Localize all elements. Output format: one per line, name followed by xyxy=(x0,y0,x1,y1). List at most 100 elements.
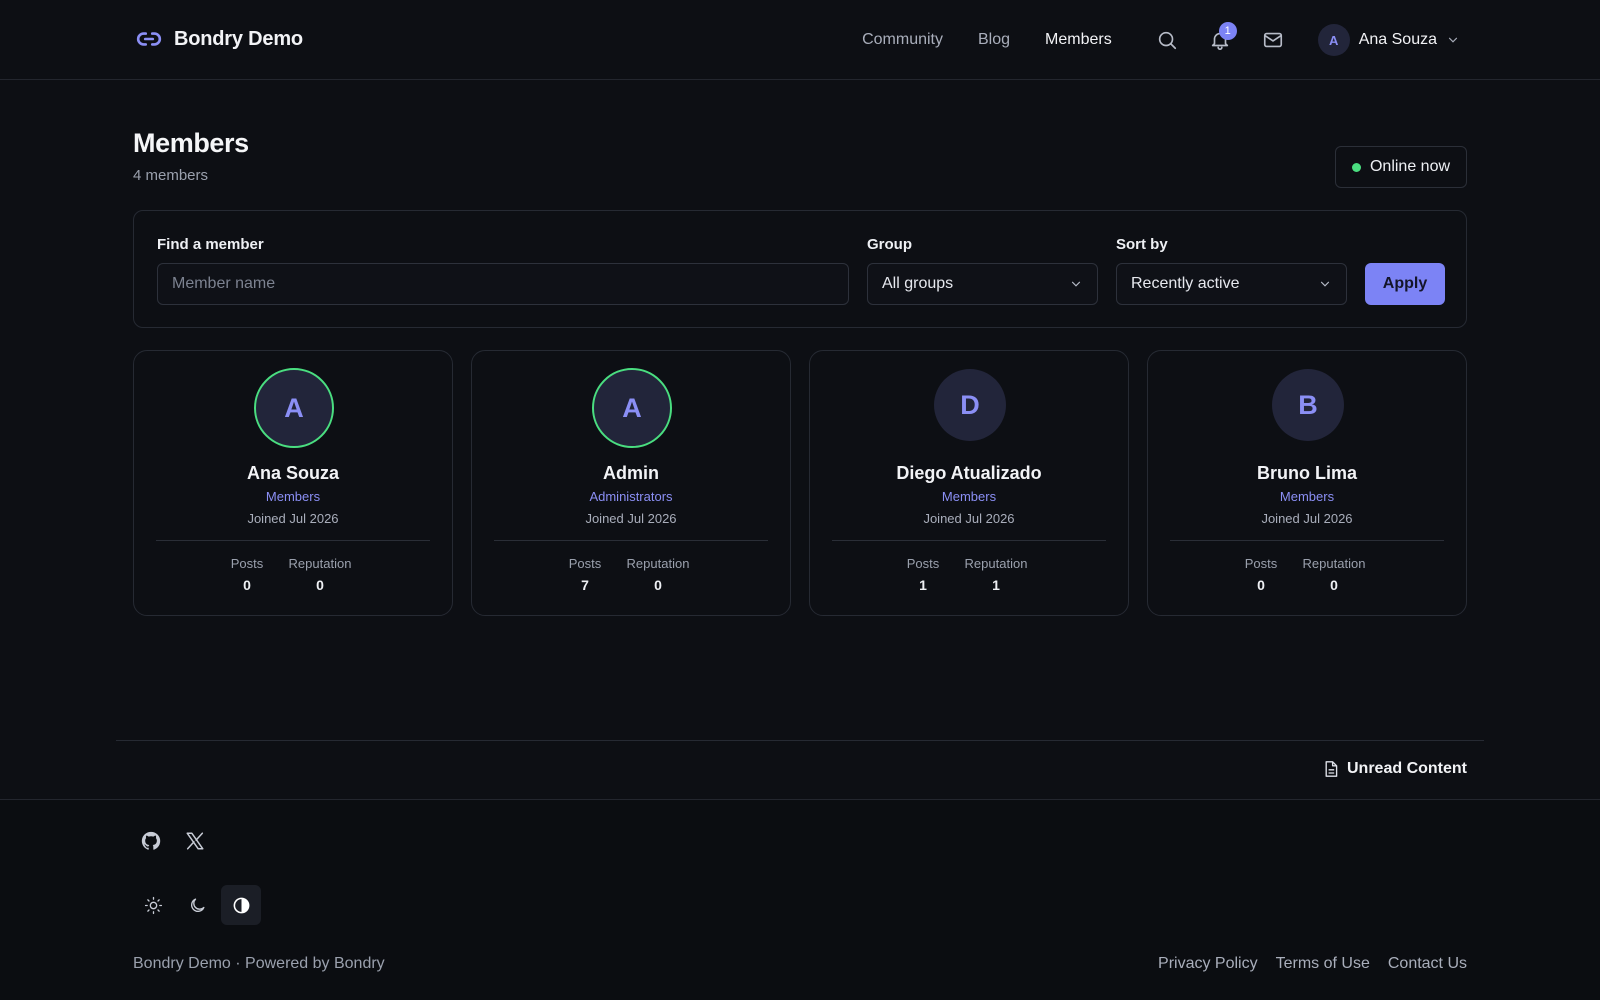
reputation-stat: Reputation 1 xyxy=(951,556,1041,593)
posts-stat: Posts 0 xyxy=(212,556,282,593)
nav-members[interactable]: Members xyxy=(1045,31,1112,49)
reputation-stat: Reputation 0 xyxy=(275,556,365,593)
contrast-icon xyxy=(233,897,249,913)
footer: Bondry Demo · Powered by Bondry Privacy … xyxy=(0,799,1600,1000)
member-group[interactable]: Members xyxy=(1148,489,1466,504)
member-count: 4 members xyxy=(133,167,209,184)
posts-value: 0 xyxy=(243,577,251,593)
reputation-label: Reputation xyxy=(1302,556,1366,571)
notification-count-badge: 1 xyxy=(1218,22,1237,40)
group-select[interactable]: All groups xyxy=(867,263,1098,305)
group-select-value: All groups xyxy=(882,275,954,292)
copyright-text: Bondry Demo · Powered by Bondry xyxy=(133,955,385,972)
online-dot-icon xyxy=(1351,162,1361,172)
top-navbar: Bondry Demo Community Blog Members 1 A A… xyxy=(0,0,1600,80)
member-name[interactable]: Bruno Lima xyxy=(1148,463,1466,484)
member-group[interactable]: Administrators xyxy=(472,489,790,504)
mail-icon xyxy=(1263,32,1282,48)
notifications-button[interactable]: 1 xyxy=(1200,20,1240,60)
sort-select[interactable]: Recently active xyxy=(1116,263,1347,305)
divider xyxy=(494,540,768,541)
sort-select-value: Recently active xyxy=(1131,275,1240,292)
member-joined: Joined Jul 2026 xyxy=(923,511,1015,526)
member-name[interactable]: Diego Atualizado xyxy=(810,463,1128,484)
reputation-value: 0 xyxy=(654,577,662,593)
sun-icon xyxy=(144,896,162,914)
light-theme-button[interactable] xyxy=(133,885,173,925)
posts-stat: Posts 0 xyxy=(1226,556,1296,593)
nav-community[interactable]: Community xyxy=(862,31,943,49)
online-now-button[interactable]: Online now xyxy=(1335,146,1467,188)
main-nav: Community Blog Members 1 A Ana Souza xyxy=(862,20,1460,60)
user-menu[interactable]: A Ana Souza xyxy=(1317,24,1460,56)
divider xyxy=(832,540,1106,541)
social-links xyxy=(140,830,206,852)
posts-value: 0 xyxy=(1257,577,1265,593)
search-label: Find a member xyxy=(157,236,264,253)
unread-content-link[interactable]: Unread Content xyxy=(1323,760,1467,778)
nav-blog[interactable]: Blog xyxy=(978,31,1010,49)
member-joined: Joined Jul 2026 xyxy=(585,511,677,526)
posts-stat: Posts 1 xyxy=(888,556,958,593)
member-name[interactable]: Admin xyxy=(472,463,790,484)
avatar: D xyxy=(934,369,1006,441)
search-button[interactable] xyxy=(1147,20,1187,60)
avatar: A xyxy=(1317,24,1350,56)
x-icon[interactable] xyxy=(184,830,206,852)
member-card[interactable]: B Bruno Lima Members Joined Jul 2026 Pos… xyxy=(1147,350,1467,616)
posts-value: 7 xyxy=(581,577,589,593)
terms-of-use-link[interactable]: Terms of Use xyxy=(1276,955,1370,973)
member-filter-panel: Find a member Group All groups Sort by R… xyxy=(133,210,1467,328)
reputation-stat: Reputation 0 xyxy=(613,556,703,593)
apply-button[interactable]: Apply xyxy=(1365,263,1445,305)
unread-content-label: Unread Content xyxy=(1347,760,1467,777)
reputation-label: Reputation xyxy=(626,556,690,571)
member-joined: Joined Jul 2026 xyxy=(1261,511,1353,526)
avatar: A xyxy=(254,368,334,448)
brand-name: Bondry Demo xyxy=(174,27,303,50)
theme-switcher xyxy=(133,885,261,925)
posts-label: Posts xyxy=(568,556,602,571)
divider xyxy=(116,740,1484,741)
reputation-label: Reputation xyxy=(288,556,352,571)
moon-icon xyxy=(190,897,205,912)
reputation-value: 0 xyxy=(1330,577,1338,593)
footer-links: Privacy Policy Terms of Use Contact Us xyxy=(1158,955,1467,973)
posts-value: 1 xyxy=(919,577,927,593)
privacy-policy-link[interactable]: Privacy Policy xyxy=(1158,955,1258,973)
member-card[interactable]: A Admin Administrators Joined Jul 2026 P… xyxy=(471,350,791,616)
member-search-input[interactable] xyxy=(157,263,849,305)
member-card[interactable]: D Diego Atualizado Members Joined Jul 20… xyxy=(809,350,1129,616)
chevron-down-icon xyxy=(1071,281,1081,287)
brand-logo[interactable]: Bondry Demo xyxy=(136,26,303,52)
search-icon xyxy=(1158,31,1176,50)
posts-stat: Posts 7 xyxy=(550,556,620,593)
chevron-down-icon xyxy=(1320,281,1330,287)
posts-label: Posts xyxy=(230,556,264,571)
contact-us-link[interactable]: Contact Us xyxy=(1388,955,1467,973)
document-icon xyxy=(1325,761,1338,777)
member-name[interactable]: Ana Souza xyxy=(134,463,452,484)
avatar: B xyxy=(1272,369,1344,441)
member-group[interactable]: Members xyxy=(810,489,1128,504)
contrast-theme-button[interactable] xyxy=(221,885,261,925)
messages-button[interactable] xyxy=(1253,20,1293,60)
reputation-value: 0 xyxy=(316,577,324,593)
user-name: Ana Souza xyxy=(1358,31,1437,48)
github-icon[interactable] xyxy=(140,830,162,852)
divider xyxy=(1170,540,1444,541)
member-group[interactable]: Members xyxy=(134,489,452,504)
reputation-stat: Reputation 0 xyxy=(1289,556,1379,593)
member-joined: Joined Jul 2026 xyxy=(247,511,339,526)
dark-theme-button[interactable] xyxy=(177,885,217,925)
posts-label: Posts xyxy=(1244,556,1278,571)
member-card[interactable]: A Ana Souza Members Joined Jul 2026 Post… xyxy=(133,350,453,616)
chevron-down-icon xyxy=(1448,37,1458,43)
sort-label: Sort by xyxy=(1116,236,1168,253)
posts-label: Posts xyxy=(906,556,940,571)
reputation-value: 1 xyxy=(992,577,1000,593)
reputation-label: Reputation xyxy=(964,556,1028,571)
avatar: A xyxy=(592,368,672,448)
divider xyxy=(156,540,430,541)
online-now-label: Online now xyxy=(1369,158,1451,175)
